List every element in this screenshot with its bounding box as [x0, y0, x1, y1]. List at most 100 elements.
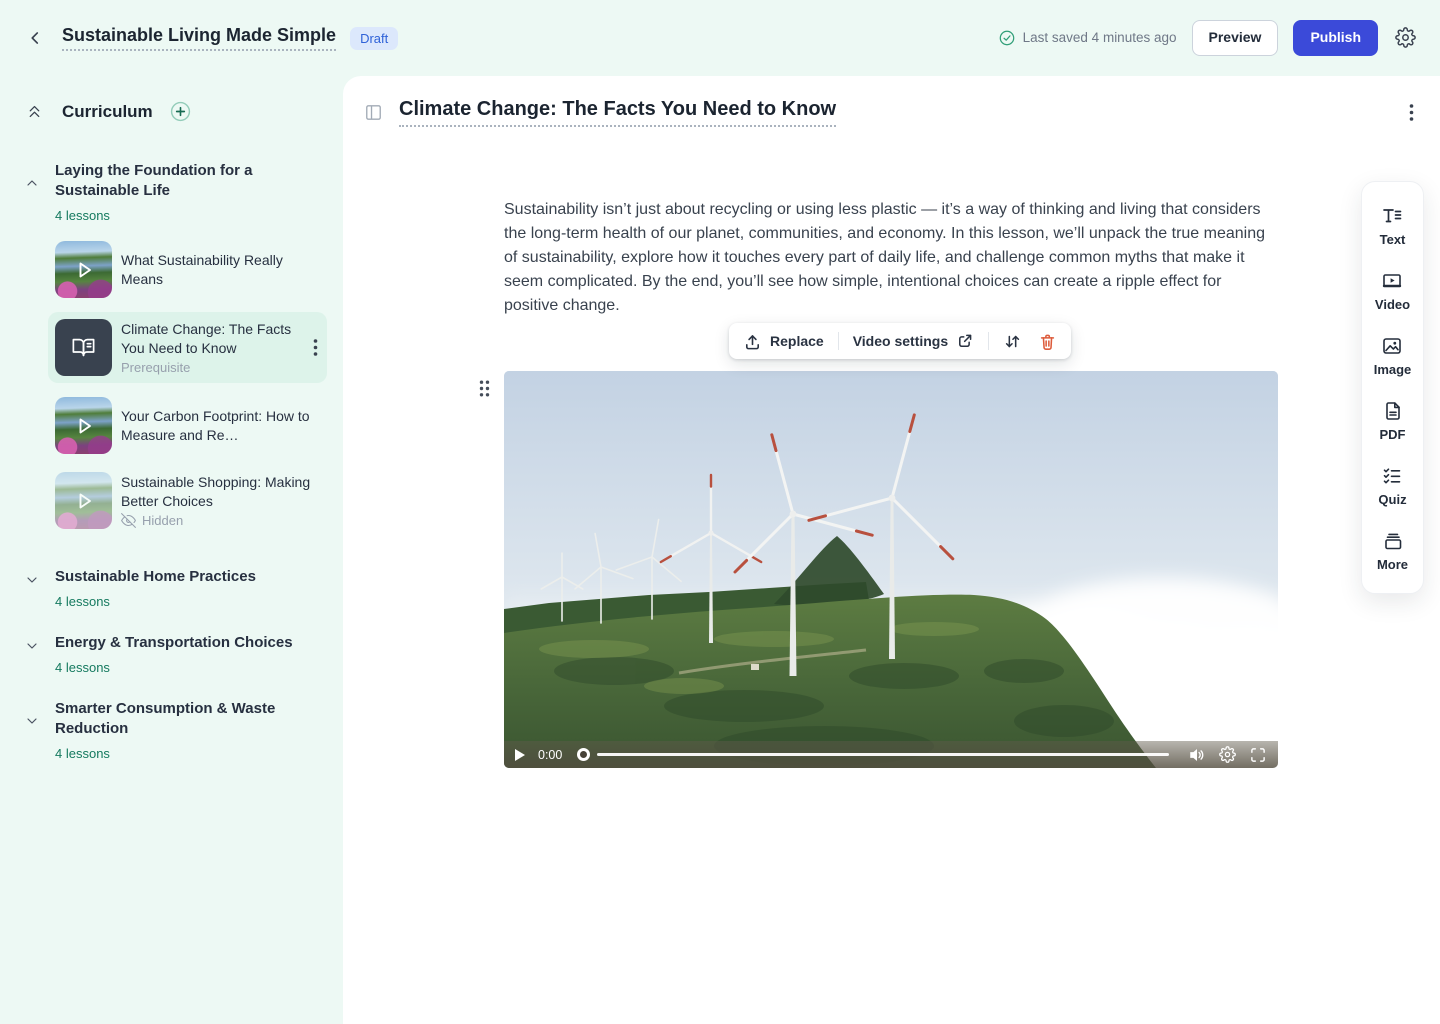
curriculum-sidebar: Curriculum Laying the Foundation for a S…	[0, 76, 343, 1024]
insert-more-button[interactable]: More	[1377, 520, 1408, 585]
status-badge: Draft	[350, 27, 398, 50]
stack-more-icon	[1382, 530, 1404, 552]
curriculum-section: Sustainable Home Practices 4 lessons	[16, 567, 327, 609]
settings-button[interactable]	[1393, 25, 1418, 50]
reading-lesson-tile	[55, 319, 112, 376]
image-icon	[1381, 335, 1403, 357]
lesson-body-text[interactable]: Sustainability isn’t just about recyclin…	[504, 198, 1278, 318]
panel-left-icon	[364, 103, 383, 122]
check-circle-icon	[998, 29, 1016, 47]
lesson-item[interactable]: Your Carbon Footprint: How to Measure an…	[16, 393, 327, 458]
section-title: Laying the Foundation for a Sustainable …	[55, 161, 300, 201]
section-lesson-count: 4 lessons	[55, 594, 256, 609]
toolbar-divider	[838, 332, 839, 350]
lesson-options-button[interactable]	[1407, 101, 1416, 124]
curriculum-title: Curriculum	[62, 102, 153, 122]
eye-off-icon	[121, 513, 136, 528]
delete-block-button[interactable]	[1036, 328, 1059, 355]
video-thumbnail	[55, 241, 112, 298]
sort-arrows-icon	[1003, 332, 1022, 351]
last-saved-text: Last saved 4 minutes ago	[1023, 30, 1177, 45]
add-section-button[interactable]	[167, 98, 194, 125]
sidebar-toggle-button[interactable]	[362, 101, 385, 124]
text-icon	[1381, 205, 1403, 227]
curriculum-header: Curriculum	[16, 98, 327, 125]
current-time: 0:00	[538, 748, 562, 762]
kebab-icon	[313, 338, 318, 357]
insert-quiz-button[interactable]: Quiz	[1378, 455, 1406, 520]
video-settings-button[interactable]: Video settings	[851, 328, 976, 354]
save-status: Last saved 4 minutes ago	[998, 29, 1177, 47]
play-overlay-icon	[55, 241, 112, 298]
lesson-title: What Sustainability Really Means	[121, 251, 327, 288]
video-thumbnail	[55, 397, 112, 454]
chevron-up-icon	[24, 175, 40, 191]
insert-pdf-button[interactable]: PDF	[1380, 390, 1406, 455]
insert-text-button[interactable]: Text	[1380, 195, 1406, 260]
chevron-left-icon	[24, 27, 46, 49]
toolbar-divider	[988, 332, 989, 350]
replace-video-button[interactable]: Replace	[741, 328, 826, 355]
collapse-all-button[interactable]	[24, 101, 45, 122]
insert-image-button[interactable]: Image	[1374, 325, 1412, 390]
move-block-button[interactable]	[1001, 328, 1024, 355]
section-title: Energy & Transportation Choices	[55, 633, 293, 653]
course-title[interactable]: Sustainable Living Made Simple	[62, 25, 336, 51]
insert-video-button[interactable]: Video	[1375, 260, 1410, 325]
section-header[interactable]: Laying the Foundation for a Sustainable …	[16, 161, 327, 223]
section-lesson-count: 4 lessons	[55, 208, 300, 223]
volume-icon[interactable]	[1188, 746, 1206, 764]
chevron-down-icon	[24, 638, 40, 654]
curriculum-section: Smarter Consumption & Waste Reduction 4 …	[16, 699, 327, 761]
section-title: Sustainable Home Practices	[55, 567, 256, 587]
trash-icon	[1038, 332, 1057, 351]
video-player[interactable]: 0:00	[504, 371, 1278, 768]
section-header[interactable]: Smarter Consumption & Waste Reduction 4 …	[16, 699, 327, 761]
open-book-icon	[70, 334, 97, 361]
top-bar: Sustainable Living Made Simple Draft Las…	[0, 0, 1440, 76]
lesson-editor-panel: Climate Change: The Facts You Need to Kn…	[343, 76, 1440, 1024]
external-link-icon	[956, 332, 974, 350]
preview-button[interactable]: Preview	[1192, 20, 1279, 55]
lesson-title: Climate Change: The Facts You Need to Kn…	[121, 320, 300, 357]
chevron-down-icon	[24, 572, 40, 588]
lesson-page-title[interactable]: Climate Change: The Facts You Need to Kn…	[399, 98, 836, 127]
section-title: Smarter Consumption & Waste Reduction	[55, 699, 300, 739]
curriculum-section: Laying the Foundation for a Sustainable …	[16, 161, 327, 533]
player-settings-icon[interactable]	[1219, 746, 1236, 763]
insert-element-panel: Text Video Image PDF	[1361, 181, 1424, 594]
upload-icon	[743, 332, 762, 351]
progress-track[interactable]	[597, 753, 1169, 756]
section-lesson-count: 4 lessons	[55, 746, 300, 761]
lesson-item-hidden[interactable]: Sustainable Shopping: Making Better Choi…	[16, 468, 327, 533]
lesson-menu-button[interactable]	[311, 336, 320, 359]
gear-icon	[1395, 27, 1416, 48]
block-drag-handle[interactable]	[476, 377, 493, 400]
section-header[interactable]: Energy & Transportation Choices 4 lesson…	[16, 633, 327, 675]
lesson-prerequisite-tag: Prerequisite	[121, 360, 300, 375]
lesson-header-row: Climate Change: The Facts You Need to Kn…	[362, 98, 1416, 127]
video-icon	[1381, 270, 1403, 292]
fullscreen-icon[interactable]	[1249, 746, 1267, 764]
section-header[interactable]: Sustainable Home Practices 4 lessons	[16, 567, 327, 609]
drag-dots-icon	[478, 379, 491, 398]
lesson-hidden-tag: Hidden	[121, 513, 327, 528]
video-frame-wind-turbines	[504, 371, 1278, 768]
lesson-title: Sustainable Shopping: Making Better Choi…	[121, 473, 327, 510]
lesson-title: Your Carbon Footprint: How to Measure an…	[121, 407, 327, 444]
course-builder-app: Sustainable Living Made Simple Draft Las…	[0, 0, 1440, 1024]
back-button[interactable]	[22, 25, 48, 51]
pdf-icon	[1382, 400, 1404, 422]
play-overlay-icon	[55, 397, 112, 454]
publish-button[interactable]: Publish	[1293, 20, 1378, 55]
video-block-toolbar: Replace Video settings	[729, 323, 1071, 359]
play-button[interactable]	[515, 749, 525, 761]
lesson-item[interactable]: What Sustainability Really Means	[16, 237, 327, 302]
top-bar-right: Last saved 4 minutes ago Preview Publish	[998, 20, 1418, 55]
section-lesson-count: 4 lessons	[55, 660, 293, 675]
chevron-down-icon	[24, 713, 40, 729]
scrubber-handle[interactable]	[577, 748, 590, 761]
video-controls-bar: 0:00	[504, 741, 1278, 768]
lesson-item-selected[interactable]: Climate Change: The Facts You Need to Kn…	[48, 312, 327, 383]
kebab-icon	[1409, 103, 1414, 122]
